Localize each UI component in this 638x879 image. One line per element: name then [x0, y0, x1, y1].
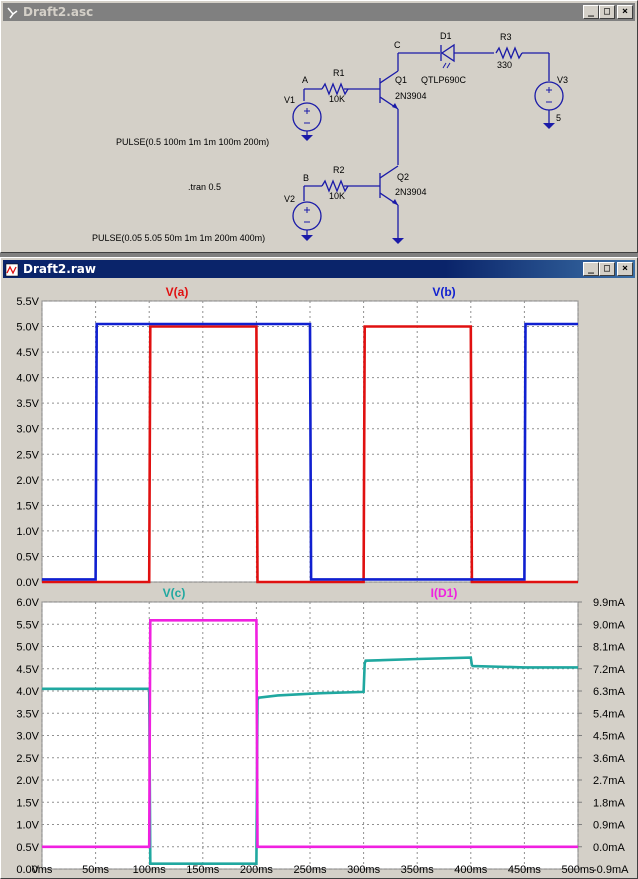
label-pulse1: PULSE(0.5 100m 1m 1m 100m 200m) [116, 137, 269, 147]
label-c: C [394, 40, 401, 50]
y-tick-label: 1.0V [16, 820, 39, 832]
y2-tick-label: 0.0mA [593, 842, 625, 854]
label-v2: V2 [284, 194, 295, 204]
label-r1-value: 10K [329, 94, 345, 104]
legend-v-b-: V(b) [432, 285, 455, 299]
waveform-plot-area[interactable]: 0.0V 0.5V 1.0V 1.5V 2.0V 2.5V 3.0V 3.5V 4.0V 4.5V… [2, 279, 636, 877]
y-tick-label: 5.5V [16, 296, 39, 308]
y2-tick-label: -0.9mA [593, 864, 629, 876]
y2-tick-label: 2.7mA [593, 775, 625, 787]
legend-v-c-: V(c) [163, 586, 186, 600]
y-tick-label: 4.0V [16, 373, 39, 385]
x-tick-label: 450ms [508, 864, 542, 876]
label-d1: D1 [440, 31, 452, 41]
label-tran: .tran 0.5 [188, 182, 221, 192]
y-tick-label: 2.0V [16, 475, 39, 487]
y-tick-label: 0.5V [16, 842, 39, 854]
y-tick-label: 6.0V [16, 597, 39, 609]
y-tick-label: 2.5V [16, 753, 39, 765]
label-q1: Q1 [395, 75, 407, 85]
waveform-titlebar[interactable]: Draft2.raw _ □ × [3, 260, 635, 278]
schematic-app-icon [5, 5, 19, 19]
y2-tick-label: 6.3mA [593, 686, 625, 698]
y2-tick-label: 3.6mA [593, 753, 625, 765]
label-q2: Q2 [397, 172, 409, 182]
y-tick-label: 4.0V [16, 686, 39, 698]
y-tick-label: 3.0V [16, 731, 39, 743]
waveform-title: Draft2.raw [23, 262, 96, 276]
x-tick-label: 500ms [561, 864, 595, 876]
label-v3-value: 5 [556, 113, 561, 123]
minimize-button[interactable]: _ [583, 262, 599, 276]
x-tick-label: 0ms [32, 864, 53, 876]
waveform-app-icon [5, 262, 19, 277]
y-tick-label: 4.5V [16, 347, 39, 359]
y-tick-label: 3.5V [16, 398, 39, 410]
y-tick-label: 5.0V [16, 642, 39, 654]
y-tick-label: 5.0V [16, 322, 39, 334]
y2-tick-label: 8.1mA [593, 642, 625, 654]
y2-tick-label: 9.0mA [593, 619, 625, 631]
x-tick-label: 50ms [82, 864, 109, 876]
y2-tick-label: 9.9mA [593, 597, 625, 609]
label-v3: V3 [557, 75, 568, 85]
close-button[interactable]: × [617, 5, 633, 19]
x-tick-label: 400ms [454, 864, 488, 876]
y2-tick-label: 5.4mA [593, 708, 625, 720]
maximize-button[interactable]: □ [599, 5, 615, 19]
y2-tick-label: 1.8mA [593, 797, 625, 809]
x-tick-label: 250ms [293, 864, 327, 876]
y-tick-label: 2.0V [16, 775, 39, 787]
maximize-button[interactable]: □ [599, 262, 615, 276]
label-r3-value: 330 [497, 60, 512, 70]
label-a: A [302, 75, 308, 85]
label-r3: R3 [500, 32, 512, 42]
y-tick-label: 3.0V [16, 424, 39, 436]
y-tick-label: 5.5V [16, 619, 39, 631]
label-q2-model: 2N3904 [395, 187, 427, 197]
y-tick-label: 0.0V [16, 577, 39, 589]
y-tick-label: 0.5V [16, 551, 39, 563]
legend-i-d1-: I(D1) [431, 586, 458, 600]
schematic-canvas[interactable]: C D1 R3 A R1 Q1 QTLP690C 330 V3 V1 10K 2… [4, 23, 634, 251]
legend-v-a-: V(a) [166, 285, 189, 299]
x-tick-label: 150ms [186, 864, 220, 876]
schematic-title: Draft2.asc [23, 5, 94, 19]
label-r2-value: 10K [329, 191, 345, 201]
minimize-button[interactable]: _ [583, 5, 599, 19]
x-tick-label: 350ms [401, 864, 435, 876]
y-tick-label: 1.5V [16, 797, 39, 809]
y-tick-label: 4.5V [16, 664, 39, 676]
y-tick-label: 1.0V [16, 526, 39, 538]
schematic-window: Draft2.asc _ □ × C D1 R3 A R1 Q1 QTLP690… [0, 0, 638, 253]
label-r1: R1 [333, 68, 345, 78]
y-tick-label: 2.5V [16, 449, 39, 461]
y2-tick-label: 7.2mA [593, 664, 625, 676]
schematic-titlebar[interactable]: Draft2.asc _ □ × [3, 3, 635, 21]
y-tick-label: 1.5V [16, 500, 39, 512]
y2-tick-label: 4.5mA [593, 731, 625, 743]
waveform-window: Draft2.raw _ □ × 0.0V 0.5V 1.0V 1.5V 2.0V 2.5… [0, 257, 638, 879]
label-q1-model: 2N3904 [395, 91, 427, 101]
x-tick-label: 200ms [240, 864, 274, 876]
label-r2: R2 [333, 165, 345, 175]
x-tick-label: 100ms [133, 864, 167, 876]
y2-tick-label: 0.9mA [593, 820, 625, 832]
x-tick-label: 300ms [347, 864, 381, 876]
label-b: B [303, 173, 309, 183]
label-pulse2: PULSE(0.05 5.05 50m 1m 1m 200m 400m) [92, 233, 265, 243]
label-v1: V1 [284, 95, 295, 105]
close-button[interactable]: × [617, 262, 633, 276]
y-tick-label: 3.5V [16, 708, 39, 720]
label-qtlp: QTLP690C [421, 75, 467, 85]
